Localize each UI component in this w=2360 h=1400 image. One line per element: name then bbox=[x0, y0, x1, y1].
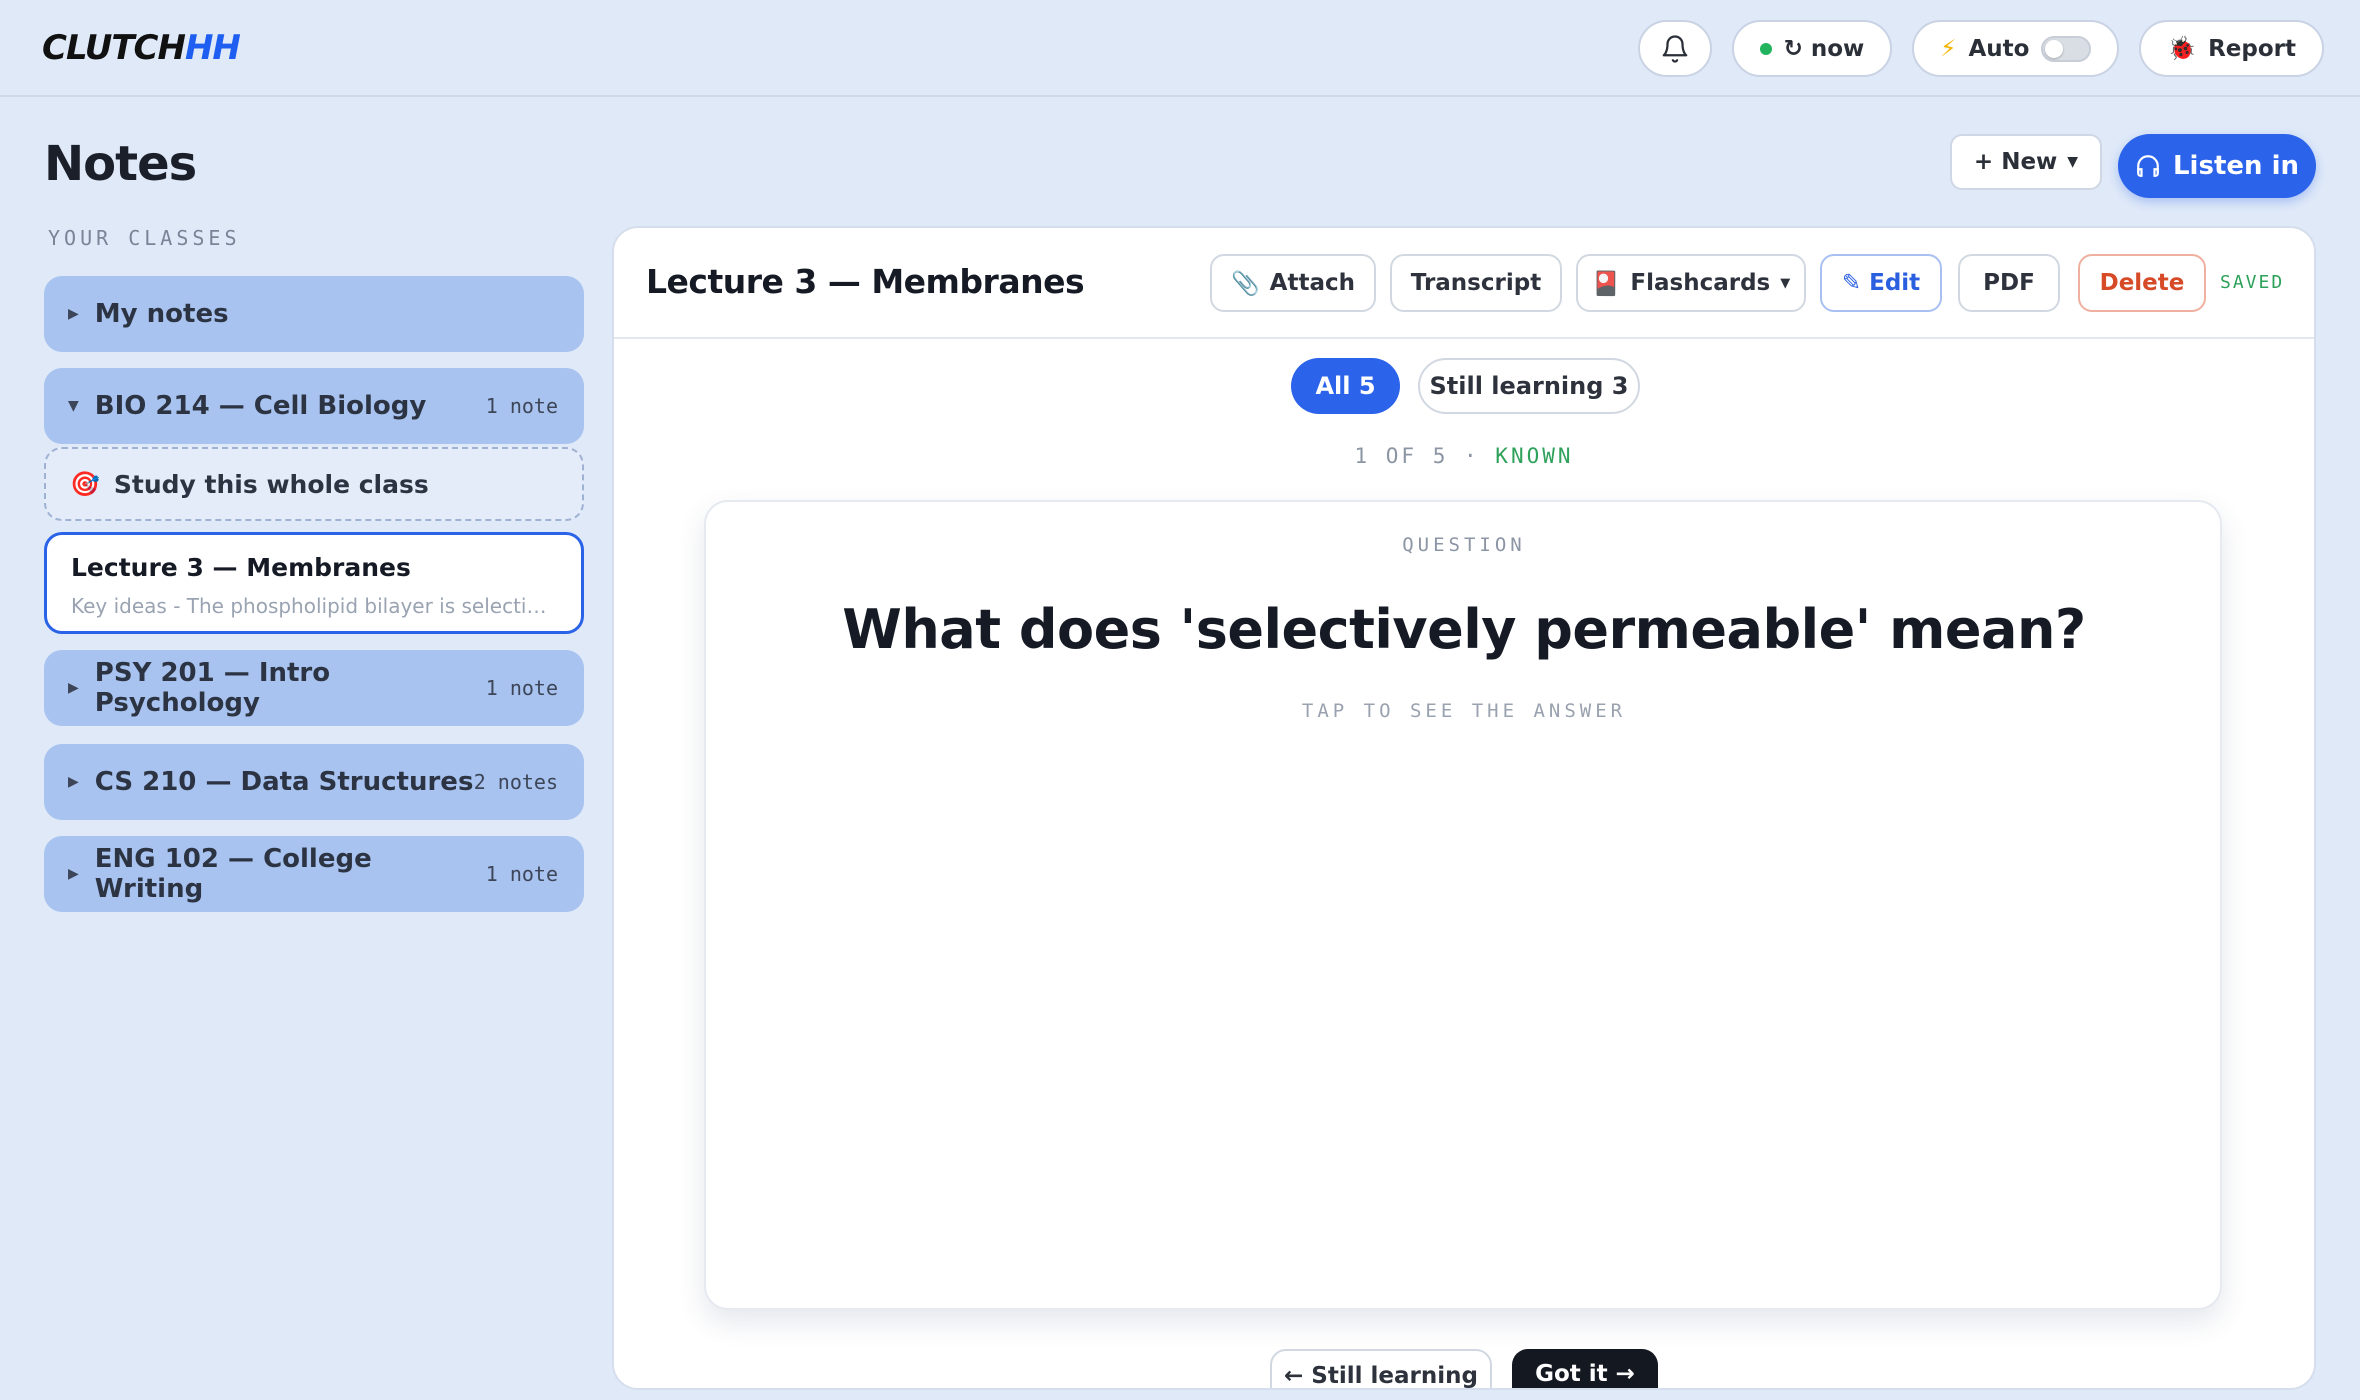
note-item-active[interactable]: Lecture 3 — Membranes Key ideas - The ph… bbox=[44, 532, 584, 634]
class-label: PSY 201 — Intro Psychology bbox=[94, 658, 331, 718]
delete-button[interactable]: Delete bbox=[2078, 254, 2206, 312]
auto-label: Auto bbox=[1968, 35, 2030, 62]
new-note-button[interactable]: + New ▼ bbox=[1950, 134, 2102, 190]
sidebar-class-cs210[interactable]: ▶ CS 210 — Data Structures 2 notes bbox=[44, 744, 584, 820]
report-label: Report bbox=[2208, 35, 2296, 62]
filter-all-tab[interactable]: All 5 bbox=[1291, 358, 1400, 414]
got-it-button[interactable]: Got it → bbox=[1512, 1349, 1658, 1388]
auto-toggle-switch[interactable] bbox=[2041, 35, 2092, 62]
flashcard-icon: 🎴 bbox=[1591, 270, 1621, 297]
listen-in-button[interactable]: Listen in bbox=[2118, 134, 2316, 198]
study-label: Study this whole class bbox=[113, 469, 429, 499]
class-note-count: 1 note bbox=[485, 676, 558, 700]
class-label: ENG 102 — College Writing bbox=[94, 844, 372, 904]
note-header: Lecture 3 — Membranes 📎 Attach Transcrip… bbox=[614, 228, 2314, 339]
sidebar-item-label: My notes bbox=[94, 299, 229, 329]
online-dot-icon bbox=[1759, 42, 1772, 55]
caret-down-icon: ▼ bbox=[68, 398, 79, 414]
sidebar-class-bio214[interactable]: ▼ BIO 214 — Cell Biology 1 note bbox=[44, 368, 584, 444]
class-label: BIO 214 — Cell Biology bbox=[94, 391, 427, 421]
card-side-label: QUESTION bbox=[1402, 534, 1526, 556]
class-label: CS 210 — Data Structures bbox=[94, 767, 474, 797]
card-position: 1 OF 5 · bbox=[1354, 444, 1480, 468]
report-button[interactable]: 🐞 Report bbox=[2139, 20, 2324, 77]
card-progress: 1 OF 5 · KNOWN bbox=[614, 444, 2314, 468]
caret-right-icon: ▶ bbox=[68, 680, 79, 696]
caret-right-icon: ▶ bbox=[68, 306, 79, 322]
note-item-title: Lecture 3 — Membranes bbox=[71, 553, 411, 582]
sidebar-class-eng102[interactable]: ▶ ENG 102 — College Writing 1 note bbox=[44, 836, 584, 912]
chevron-down-icon: ▼ bbox=[2067, 154, 2079, 170]
card-question: What does 'selectively permeable' mean? bbox=[842, 598, 2086, 661]
bug-icon: 🐞 bbox=[2167, 36, 2197, 62]
top-actions: ↻ now ⚡ Auto 🐞 Report bbox=[1637, 20, 2324, 77]
flashcards-label: Flashcards bbox=[1630, 270, 1771, 296]
flashcards-button[interactable]: 🎴 Flashcards ▼ bbox=[1576, 254, 1806, 312]
transcript-button[interactable]: Transcript bbox=[1390, 254, 1562, 312]
class-note-count: 1 note bbox=[485, 394, 558, 418]
app-logo[interactable]: CLUTCHHH bbox=[42, 28, 241, 68]
caret-right-icon: ▶ bbox=[68, 774, 79, 790]
top-bar: CLUTCHHH ↻ now ⚡ Auto 🐞 Report bbox=[0, 0, 2360, 97]
delete-label: Delete bbox=[2099, 270, 2185, 296]
sidebar-item-my-notes[interactable]: ▶ My notes bbox=[44, 276, 584, 352]
sidebar-class-psy201[interactable]: ▶ PSY 201 — Intro Psychology 1 note bbox=[44, 650, 584, 726]
note-item-snippet: Key ideas - The phospholipid bilayer is … bbox=[71, 594, 557, 618]
study-class-button[interactable]: 🎯 Study this whole class bbox=[44, 447, 584, 521]
attach-button[interactable]: 📎 Attach bbox=[1210, 254, 1376, 312]
chevron-down-icon: ▼ bbox=[1780, 275, 1791, 291]
lightning-icon: ⚡ bbox=[1940, 35, 1957, 62]
new-label: + New bbox=[1973, 149, 2058, 175]
attach-label: Attach bbox=[1269, 270, 1355, 296]
listen-label: Listen in bbox=[2172, 151, 2299, 181]
edit-button[interactable]: ✎ Edit bbox=[1820, 254, 1942, 312]
note-panel: Lecture 3 — Membranes 📎 Attach Transcrip… bbox=[612, 226, 2316, 1390]
sync-label: ↻ now bbox=[1783, 35, 1865, 62]
note-title: Lecture 3 — Membranes bbox=[646, 262, 1085, 301]
edit-label: ✎ Edit bbox=[1841, 270, 1921, 296]
card-known-status: KNOWN bbox=[1495, 444, 1574, 468]
filter-still-learning-tab[interactable]: Still learning 3 bbox=[1418, 358, 1640, 414]
transcript-label: Transcript bbox=[1410, 270, 1542, 296]
pdf-button[interactable]: PDF bbox=[1958, 254, 2060, 312]
target-icon: 🎯 bbox=[70, 470, 100, 498]
section-label: YOUR CLASSES bbox=[48, 226, 241, 250]
class-note-count: 1 note bbox=[485, 862, 558, 886]
still-learning-button[interactable]: ← Still learning bbox=[1270, 1349, 1492, 1388]
paperclip-icon: 📎 bbox=[1231, 270, 1260, 297]
class-note-count: 2 notes bbox=[473, 770, 558, 794]
bell-icon bbox=[1662, 34, 1687, 63]
headphones-icon bbox=[2137, 155, 2159, 177]
pdf-label: PDF bbox=[1983, 270, 2035, 296]
sync-status-button[interactable]: ↻ now bbox=[1731, 20, 1893, 77]
auto-toggle-button[interactable]: ⚡ Auto bbox=[1912, 20, 2120, 77]
page-title: Notes bbox=[44, 136, 197, 192]
card-hint: TAP TO SEE THE ANSWER bbox=[1301, 700, 1627, 722]
notifications-button[interactable] bbox=[1637, 20, 1712, 77]
saved-status: SAVED bbox=[2220, 272, 2285, 293]
caret-right-icon: ▶ bbox=[68, 866, 79, 882]
